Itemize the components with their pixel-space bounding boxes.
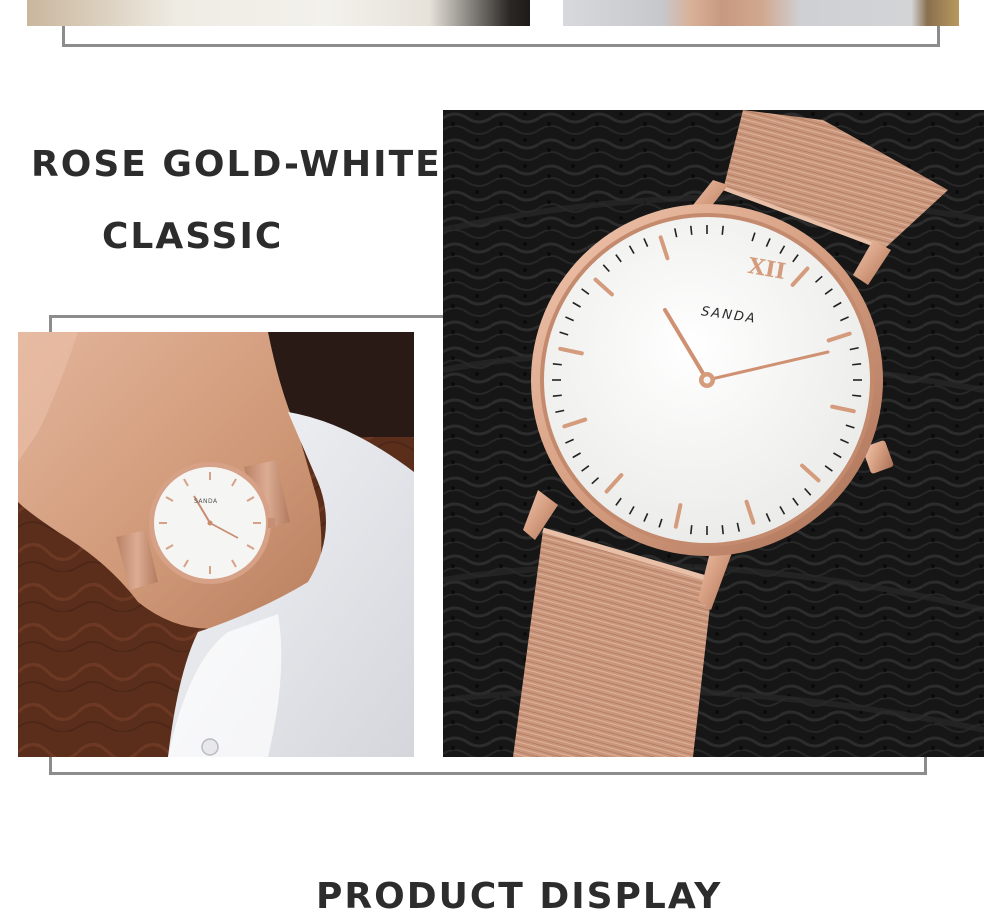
section-heading: PRODUCT DISPLAY — [316, 876, 723, 917]
top-left-photo-crop — [27, 0, 530, 26]
middle-frame-left — [49, 315, 52, 333]
main-watch-photo: SANDA XII — [443, 110, 984, 757]
minute-tick — [552, 363, 562, 366]
color-name-heading: ROSE GOLD-WHITE — [31, 144, 442, 185]
wrist-dial-logo: SANDA — [194, 498, 218, 505]
middle-frame-bottom — [49, 772, 927, 775]
minute-tick — [852, 394, 862, 397]
minute-tick — [852, 363, 862, 366]
top-right-photo-crop — [563, 0, 959, 26]
minute-tick — [690, 525, 693, 535]
minute-tick — [721, 225, 724, 235]
style-name-heading: CLASSIC — [102, 216, 284, 257]
minute-tick — [552, 394, 562, 397]
middle-frame-top — [49, 315, 445, 318]
top-frame-left — [62, 26, 65, 46]
minute-tick — [721, 525, 724, 535]
minute-tick — [690, 225, 693, 235]
top-frame-right — [937, 26, 940, 46]
middle-frame-right — [924, 757, 927, 775]
wrist-watch-photo: SANDA — [18, 332, 414, 757]
top-frame-bottom — [62, 44, 940, 47]
